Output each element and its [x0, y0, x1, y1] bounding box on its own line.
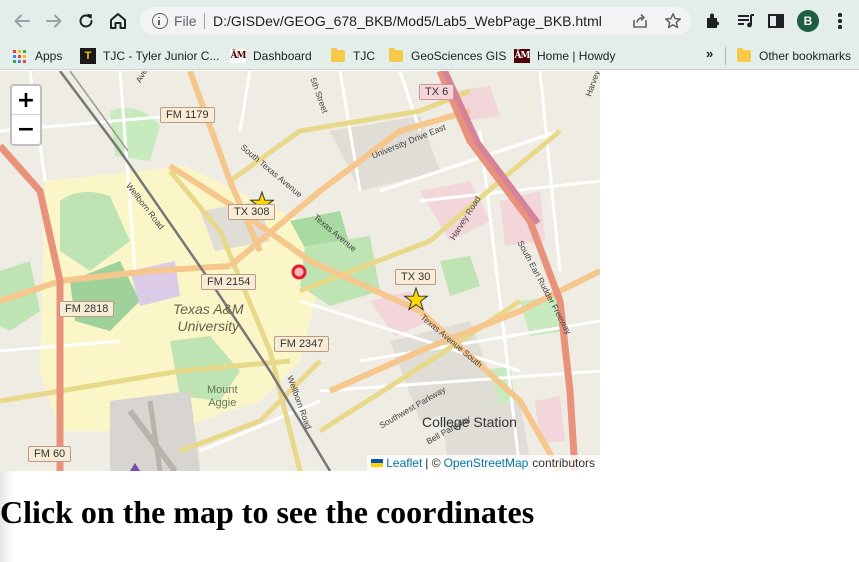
- profile-avatar[interactable]: B: [797, 10, 819, 32]
- route-shield: FM 60: [28, 446, 72, 462]
- bookmark-label: TJC: [353, 49, 375, 63]
- url-scheme: File: [174, 13, 197, 29]
- tjc-logo-icon: T: [80, 48, 96, 64]
- extensions-icon[interactable]: [703, 11, 723, 31]
- address-bar[interactable]: File D:/GISDev/GEOG_678_BKB/Mod5/Lab5_We…: [140, 7, 691, 35]
- bookmark-tjc-folder[interactable]: TJC: [331, 46, 375, 66]
- zoom-in-button[interactable]: +: [12, 86, 40, 115]
- route-shield: TX 6: [419, 84, 455, 100]
- page-heading: Click on the map to see the coordinates: [0, 494, 535, 530]
- apps-grid-icon: [13, 49, 26, 63]
- info-icon[interactable]: [152, 13, 168, 29]
- route-shield: FM 2347: [274, 336, 330, 352]
- bookmark-label: TJC - Tyler Junior C...: [103, 49, 220, 63]
- atm-logo-icon: ĀM: [514, 49, 530, 63]
- reading-list-icon[interactable]: [736, 11, 756, 31]
- route-shield: TX 308: [228, 204, 276, 220]
- arrow-right-icon: [46, 14, 62, 28]
- attribution-separator: | ©: [425, 456, 441, 470]
- bookmark-other[interactable]: Other bookmarks: [737, 46, 851, 66]
- route-shield: FM 1179: [160, 107, 215, 123]
- bookmark-dashboard[interactable]: ĀM Dashboard: [230, 46, 312, 66]
- route-shield: FM 2154: [201, 274, 257, 290]
- browser-toolbar: File D:/GISDev/GEOG_678_BKB/Mod5/Lab5_We…: [0, 0, 859, 42]
- leaflet-map[interactable]: FM 1179 TX 6 TX 308 TX 30 FM 2154 FM 281…: [0, 71, 600, 471]
- share-icon[interactable]: [631, 12, 649, 30]
- zoom-out-button[interactable]: −: [12, 115, 40, 144]
- url-separator: [204, 13, 205, 29]
- bookmark-label: GeoSciences GIS: [411, 49, 507, 63]
- ukraine-flag-icon: [371, 459, 384, 467]
- bookmark-label: Dashboard: [253, 49, 312, 63]
- back-button[interactable]: [10, 9, 34, 33]
- reload-button[interactable]: [74, 9, 98, 33]
- arrow-left-icon: [14, 14, 30, 28]
- reload-icon: [79, 13, 93, 28]
- bookmark-apps[interactable]: Apps: [13, 46, 62, 66]
- map-attribution: Leaflet | © OpenStreetMap contributors: [367, 455, 600, 471]
- atm-logo-icon: ĀM: [230, 49, 246, 63]
- url-text[interactable]: D:/GISDev/GEOG_678_BKB/Mod5/Lab5_WebPage…: [213, 13, 602, 29]
- folder-icon: [331, 48, 345, 62]
- route-shield: FM 2818: [59, 301, 115, 317]
- home-icon: [110, 13, 126, 29]
- bookmark-geosciences-gis[interactable]: GeoSciences GIS: [389, 46, 506, 66]
- home-button[interactable]: [106, 9, 130, 33]
- attribution-suffix: contributors: [532, 456, 595, 470]
- leaflet-link[interactable]: Leaflet: [386, 456, 422, 470]
- bookmarks-overflow-icon[interactable]: »: [706, 46, 713, 61]
- bookmarks-divider: [725, 47, 726, 65]
- bookmark-label: Other bookmarks: [759, 49, 852, 63]
- side-panel-icon[interactable]: [766, 11, 786, 31]
- forward-button[interactable]: [42, 9, 66, 33]
- zoom-control: + −: [10, 84, 42, 146]
- bookmark-star-icon[interactable]: [664, 12, 682, 30]
- bookmark-label: Home | Howdy: [537, 49, 616, 63]
- mount-aggie-label: Mount Aggie: [207, 384, 238, 409]
- bookmarks-bar: Apps T TJC - Tyler Junior C... ĀM Dashbo…: [0, 42, 859, 70]
- folder-icon: [389, 48, 403, 62]
- route-shield: TX 30: [395, 269, 437, 285]
- openstreetmap-link[interactable]: OpenStreetMap: [444, 456, 529, 470]
- bookmark-label: Apps: [35, 49, 63, 63]
- university-label: Texas A&M University: [173, 301, 244, 334]
- folder-icon: [737, 48, 751, 62]
- circle-marker[interactable]: [291, 264, 307, 280]
- bookmark-tjc-tyler[interactable]: T TJC - Tyler Junior C...: [80, 46, 219, 66]
- menu-kebab-icon[interactable]: [838, 13, 842, 29]
- bookmark-home-howdy[interactable]: ĀM Home | Howdy: [514, 46, 615, 66]
